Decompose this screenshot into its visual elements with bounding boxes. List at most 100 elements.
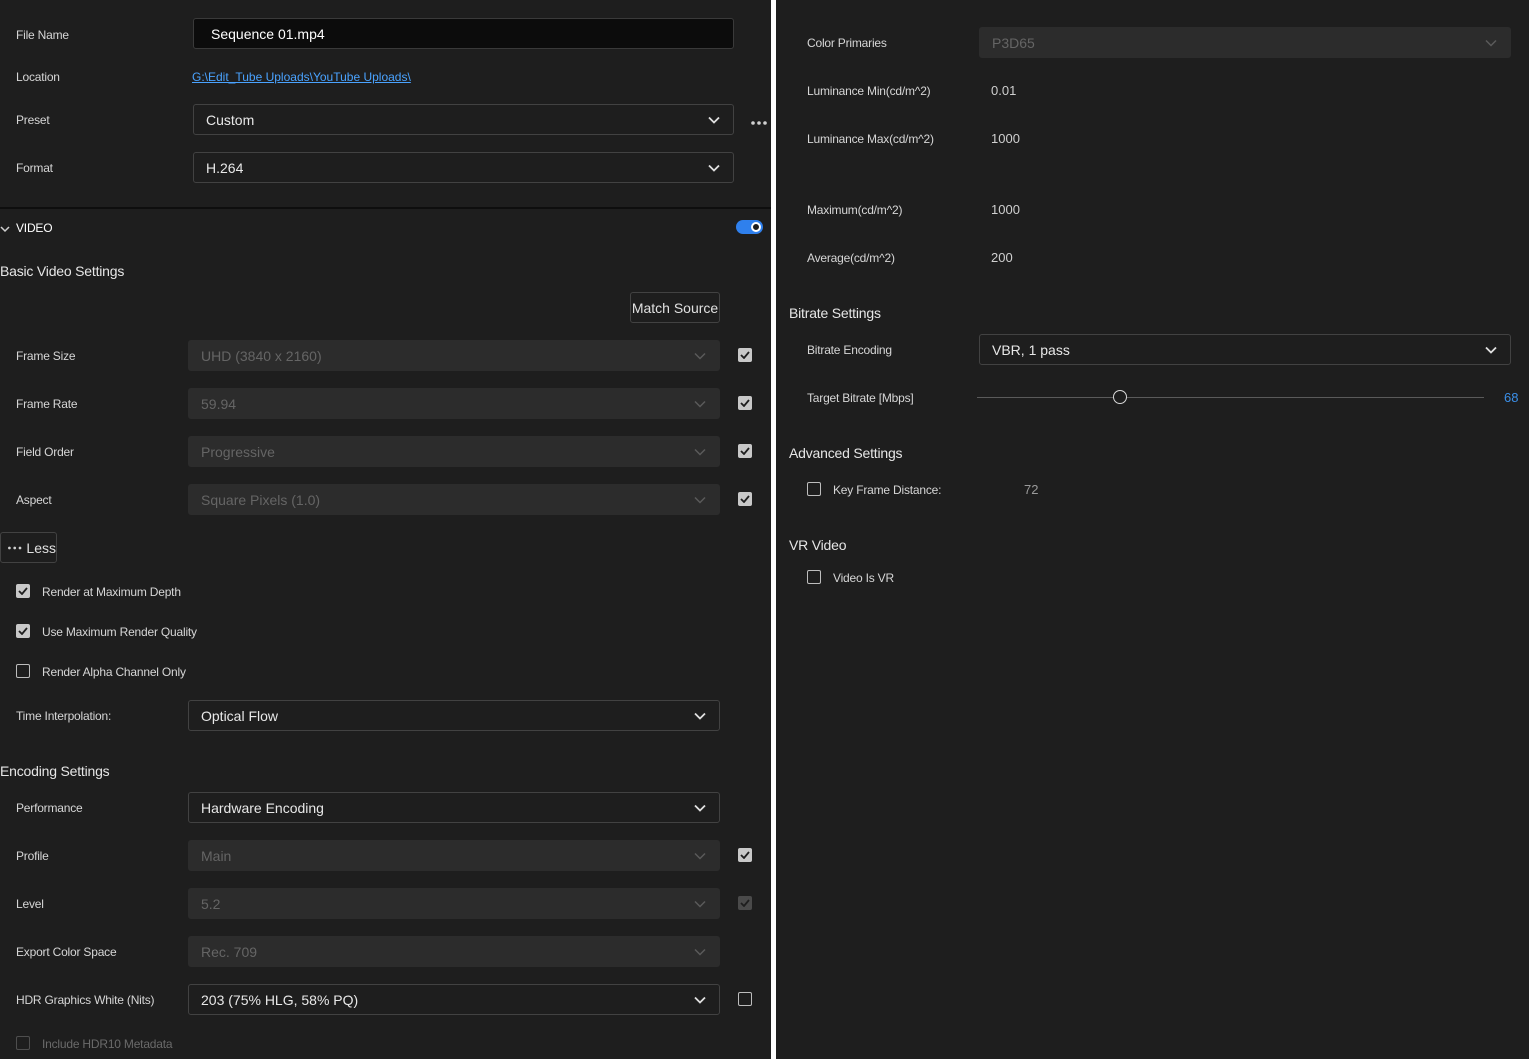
checkmark-icon (740, 851, 750, 859)
frame-size-value: UHD (3840 x 2160) (201, 347, 322, 364)
format-dropdown[interactable]: H.264 (193, 152, 734, 183)
include-hdr10-label: Include HDR10 Metadata (42, 1037, 173, 1051)
profile-checkbox[interactable] (738, 848, 752, 862)
format-value: H.264 (206, 159, 244, 176)
bitrate-encoding-value: VBR, 1 pass (992, 341, 1070, 358)
time-interpolation-label: Time Interpolation: (16, 709, 112, 723)
render-max-depth-label: Render at Maximum Depth (42, 585, 181, 599)
luminance-max-label: Luminance Max(cd/m^2) (807, 132, 934, 146)
chevron-down-icon (707, 113, 721, 127)
location-link[interactable]: G:\Edit_Tube Uploads\YouTube Uploads\ (192, 70, 411, 84)
frame-size-label: Frame Size (16, 349, 76, 363)
chevron-down-icon (693, 397, 707, 411)
hdr-graphics-white-dropdown[interactable]: 203 (75% HLG, 58% PQ) (188, 984, 720, 1015)
profile-value: Main (201, 847, 232, 864)
export-settings-left-panel: File Name Sequence 01.mp4 Location G:\Ed… (0, 0, 771, 1059)
use-max-quality-checkbox[interactable] (16, 624, 30, 638)
bitrate-settings-heading: Bitrate Settings (789, 305, 881, 321)
field-order-checkbox[interactable] (738, 444, 752, 458)
preset-dropdown[interactable]: Custom (193, 104, 734, 135)
hdr-graphics-white-checkbox[interactable] (738, 992, 752, 1006)
slider-track (977, 397, 1484, 398)
encoding-settings-heading: Encoding Settings (0, 763, 110, 779)
checkmark-icon (740, 447, 750, 455)
checkmark-icon (740, 399, 750, 407)
chevron-down-icon (1484, 36, 1498, 50)
checkmark-icon (18, 627, 28, 635)
preset-label: Preset (16, 113, 50, 127)
chevron-down-icon (693, 801, 707, 815)
slider-thumb[interactable] (1113, 390, 1127, 404)
use-max-quality-label: Use Maximum Render Quality (42, 625, 197, 639)
average-value[interactable]: 200 (991, 250, 1013, 265)
aspect-dropdown[interactable]: Square Pixels (1.0) (188, 484, 720, 515)
render-alpha-checkbox[interactable] (16, 664, 30, 678)
collapse-chevron-icon[interactable] (0, 222, 10, 233)
field-order-dropdown[interactable]: Progressive (188, 436, 720, 467)
color-primaries-dropdown[interactable]: P3D65 (979, 27, 1511, 58)
file-name-label: File Name (16, 28, 69, 42)
profile-label: Profile (16, 849, 49, 863)
performance-dropdown[interactable]: Hardware Encoding (188, 792, 720, 823)
video-section-header[interactable]: VIDEO (16, 221, 53, 235)
field-order-label: Field Order (16, 445, 74, 459)
toggle-knob (751, 222, 761, 232)
target-bitrate-label: Target Bitrate [Mbps] (807, 391, 914, 405)
chevron-down-icon (707, 161, 721, 175)
checkmark-icon (740, 351, 750, 359)
level-dropdown[interactable]: 5.2 (188, 888, 720, 919)
video-toggle[interactable] (736, 220, 763, 234)
time-interpolation-dropdown[interactable]: Optical Flow (188, 700, 720, 731)
format-label: Format (16, 161, 53, 175)
bitrate-encoding-dropdown[interactable]: VBR, 1 pass (979, 334, 1511, 365)
luminance-max-value[interactable]: 1000 (991, 131, 1020, 146)
file-name-input[interactable]: Sequence 01.mp4 (193, 18, 734, 49)
include-hdr10-checkbox[interactable] (16, 1036, 30, 1050)
performance-value: Hardware Encoding (201, 799, 324, 816)
target-bitrate-slider[interactable] (977, 390, 1484, 404)
level-value: 5.2 (201, 895, 221, 912)
chevron-down-icon (693, 897, 707, 911)
chevron-down-icon (693, 349, 707, 363)
frame-size-dropdown[interactable]: UHD (3840 x 2160) (188, 340, 720, 371)
frame-rate-checkbox[interactable] (738, 396, 752, 410)
performance-label: Performance (16, 801, 83, 815)
key-frame-distance-value[interactable]: 72 (1024, 482, 1038, 497)
location-label: Location (16, 70, 60, 84)
profile-dropdown[interactable]: Main (188, 840, 720, 871)
color-primaries-value: P3D65 (992, 34, 1035, 51)
basic-video-settings-heading: Basic Video Settings (0, 263, 125, 279)
preset-value: Custom (206, 111, 255, 128)
more-options-icon[interactable] (750, 116, 768, 125)
key-frame-distance-checkbox[interactable] (807, 482, 821, 496)
checkmark-icon (18, 587, 28, 595)
color-primaries-label: Color Primaries (807, 36, 887, 50)
level-checkbox[interactable] (738, 896, 752, 910)
key-frame-distance-label: Key Frame Distance: (833, 483, 942, 497)
chevron-down-icon (693, 849, 707, 863)
frame-rate-value: 59.94 (201, 395, 237, 412)
match-source-button[interactable]: Match Source (630, 292, 720, 323)
aspect-checkbox[interactable] (738, 492, 752, 506)
render-max-depth-checkbox[interactable] (16, 584, 30, 598)
luminance-min-label: Luminance Min(cd/m^2) (807, 84, 931, 98)
video-is-vr-checkbox[interactable] (807, 570, 821, 584)
video-is-vr-label: Video Is VR (833, 571, 894, 585)
chevron-down-icon (693, 945, 707, 959)
chevron-down-icon (693, 445, 707, 459)
luminance-min-value[interactable]: 0.01 (991, 83, 1016, 98)
checkmark-icon (740, 899, 750, 907)
field-order-value: Progressive (201, 443, 275, 460)
frame-size-checkbox[interactable] (738, 348, 752, 362)
export-color-space-dropdown[interactable]: Rec. 709 (188, 936, 720, 967)
time-interpolation-value: Optical Flow (201, 707, 279, 724)
target-bitrate-value[interactable]: 68 (1504, 390, 1518, 405)
maximum-value[interactable]: 1000 (991, 202, 1020, 217)
less-button[interactable]: Less (0, 532, 57, 563)
aspect-value: Square Pixels (1.0) (201, 491, 321, 508)
export-color-space-value: Rec. 709 (201, 943, 258, 960)
less-label: Less (26, 539, 56, 556)
hdr-graphics-white-label: HDR Graphics White (Nits) (16, 993, 155, 1007)
hdr-graphics-white-value: 203 (75% HLG, 58% PQ) (201, 991, 359, 1008)
frame-rate-dropdown[interactable]: 59.94 (188, 388, 720, 419)
